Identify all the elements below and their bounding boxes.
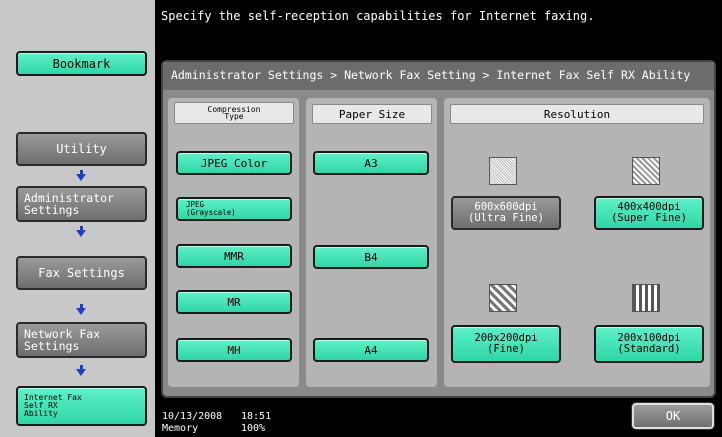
fine-label-2: (Fine) [487,343,525,355]
resolution-600x600-button[interactable]: 600x600dpi (Ultra Fine) [451,196,561,230]
paper-size-header-text: Paper Size [338,107,406,121]
mr-button[interactable]: MR [176,290,292,314]
paper-size-header: Paper Size [312,104,432,124]
resolution-400x400-button[interactable]: 400x400dpi (Super Fine) [594,196,704,230]
down-arrow-icon [76,304,86,315]
a3-button[interactable]: A3 [313,151,429,175]
ok-button[interactable]: OK [632,403,714,429]
jpeg-grayscale-label-2: (Grayscale) [186,208,236,217]
nav-internet-fax-self-rx-ability[interactable]: Internet Fax Self RX Ability [16,386,147,426]
instruction-text: Specify the self-reception capabilities … [161,9,595,23]
breadcrumb-text: Administrator Settings > Network Fax Set… [171,68,691,82]
mr-label: MR [227,295,241,309]
ultra-fine-pattern-icon [489,157,517,185]
resolution-header: Resolution [450,104,704,124]
super-fine-label-2: (Super Fine) [611,212,687,224]
down-arrow-icon [76,365,86,376]
a3-label: A3 [364,156,378,170]
nav-network-label-2: Settings [24,339,80,353]
super-fine-pattern-icon [632,157,660,185]
nav-utility-label: Utility [56,142,107,156]
mmr-label: MMR [224,249,244,263]
resolution-header-text: Resolution [543,107,611,121]
ok-label: OK [665,409,681,423]
nav-utility[interactable]: Utility [16,132,147,166]
nav-fax-settings[interactable]: Fax Settings [16,256,147,290]
mmr-button[interactable]: MMR [176,244,292,268]
mh-label: MH [227,343,241,357]
status-time: 18:51 [241,411,272,422]
down-arrow-icon [76,170,86,181]
nav-fax-settings-label: Fax Settings [38,266,125,280]
jpeg-color-label: JPEG Color [200,156,268,170]
mh-button[interactable]: MH [176,338,292,362]
compression-header-line2: Type [224,112,244,121]
jpeg-grayscale-button[interactable]: JPEG (Grayscale) [176,197,292,221]
compression-type-header: Compression Type [174,102,294,124]
instruction-bar: Specify the self-reception capabilities … [155,0,722,48]
nav-administrator-settings[interactable]: Administrator Settings [16,186,147,222]
down-arrow-icon [76,226,86,237]
nav-admin-label-2: Settings [24,203,80,217]
b4-label: B4 [364,250,378,264]
standard-label-2: (Standard) [617,343,681,355]
a4-label: A4 [364,343,378,357]
memory-value: 100% [241,423,266,434]
ultra-fine-label-2: (Ultra Fine) [468,212,544,224]
status-date: 10/13/2008 [162,411,223,422]
memory-label: Memory [162,423,199,434]
nav-network-fax-settings[interactable]: Network Fax Settings [16,322,147,358]
standard-pattern-icon [632,284,660,312]
breadcrumb: Administrator Settings > Network Fax Set… [163,62,714,90]
resolution-200x100-button[interactable]: 200x100dpi (Standard) [594,325,704,363]
a4-button[interactable]: A4 [313,338,429,362]
jpeg-color-button[interactable]: JPEG Color [176,151,292,175]
bookmark-label: Bookmark [52,56,111,71]
b4-button[interactable]: B4 [313,245,429,269]
bookmark-button[interactable]: Bookmark [16,51,147,76]
resolution-200x200-button[interactable]: 200x200dpi (Fine) [451,325,561,363]
nav-ifax-label-3: Ability [24,409,58,418]
fine-pattern-icon [489,284,517,312]
